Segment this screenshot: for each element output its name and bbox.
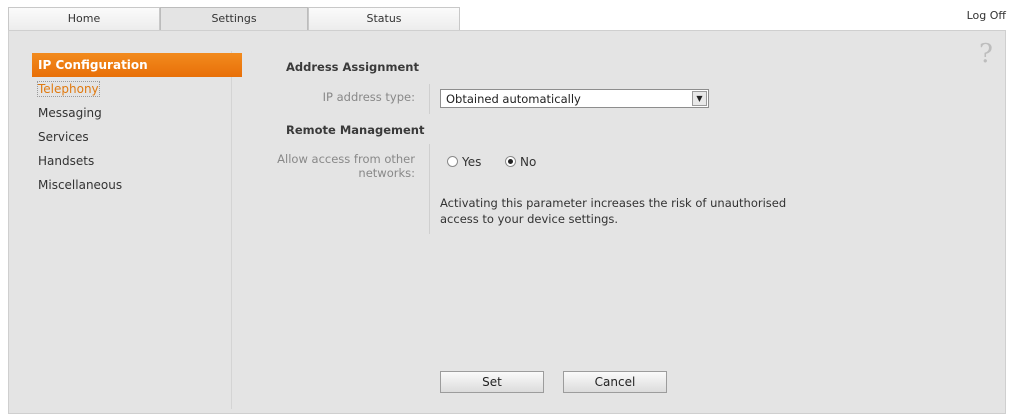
- radio-no-circle[interactable]: [505, 156, 516, 167]
- settings-panel: ? IP Configuration Telephony Messaging S…: [8, 30, 1006, 414]
- sidebar-item-label: Handsets: [38, 154, 95, 168]
- risk-note-line2: access to your device settings.: [440, 212, 619, 226]
- tab-bar: Home Settings Status: [8, 7, 460, 32]
- sidebar-nav: IP Configuration Telephony Messaging Ser…: [32, 53, 242, 197]
- allow-access-label: Allow access from other networks:: [255, 152, 415, 180]
- sidebar-item-handsets[interactable]: Handsets: [32, 149, 242, 173]
- allow-access-label-line1: Allow access from other: [277, 152, 415, 166]
- risk-note: Activating this parameter increases the …: [440, 195, 820, 227]
- logoff-link[interactable]: Log Off: [967, 9, 1006, 22]
- ip-address-type-value: Obtained automatically: [446, 92, 581, 106]
- tab-home[interactable]: Home: [8, 7, 160, 30]
- remote-management-title: Remote Management: [286, 123, 425, 137]
- field-separator: [429, 144, 430, 234]
- help-icon[interactable]: ?: [975, 39, 997, 69]
- sidebar-item-label: Telephony: [37, 81, 100, 97]
- radio-no[interactable]: No: [505, 155, 536, 169]
- sidebar-item-ip-configuration[interactable]: IP Configuration: [32, 53, 242, 77]
- field-separator: [429, 84, 430, 114]
- chevron-down-icon[interactable]: ▼: [692, 91, 707, 106]
- radio-yes-label: Yes: [462, 155, 482, 169]
- risk-note-line1: Activating this parameter increases the …: [440, 196, 787, 210]
- sidebar-item-label: Miscellaneous: [38, 178, 123, 192]
- sidebar-item-services[interactable]: Services: [32, 125, 242, 149]
- radio-yes-circle[interactable]: [447, 156, 458, 167]
- allow-access-label-line2: networks:: [358, 166, 415, 180]
- sidebar-item-miscellaneous[interactable]: Miscellaneous: [32, 173, 242, 197]
- sidebar-item-label: Services: [38, 130, 89, 144]
- ip-address-type-select[interactable]: Obtained automatically ▼: [440, 89, 709, 108]
- sidebar-item-telephony[interactable]: Telephony: [32, 77, 242, 101]
- sidebar-item-label: IP Configuration: [38, 58, 148, 72]
- sidebar-item-messaging[interactable]: Messaging: [32, 101, 242, 125]
- tab-settings[interactable]: Settings: [160, 7, 308, 32]
- ip-address-type-label: IP address type:: [322, 90, 415, 104]
- tab-status[interactable]: Status: [308, 7, 460, 30]
- cancel-button[interactable]: Cancel: [563, 371, 667, 393]
- address-assignment-title: Address Assignment: [286, 60, 419, 74]
- radio-no-label: No: [520, 155, 537, 169]
- set-button[interactable]: Set: [440, 371, 544, 393]
- sidebar-item-label: Messaging: [38, 106, 102, 120]
- radio-yes[interactable]: Yes: [447, 155, 481, 169]
